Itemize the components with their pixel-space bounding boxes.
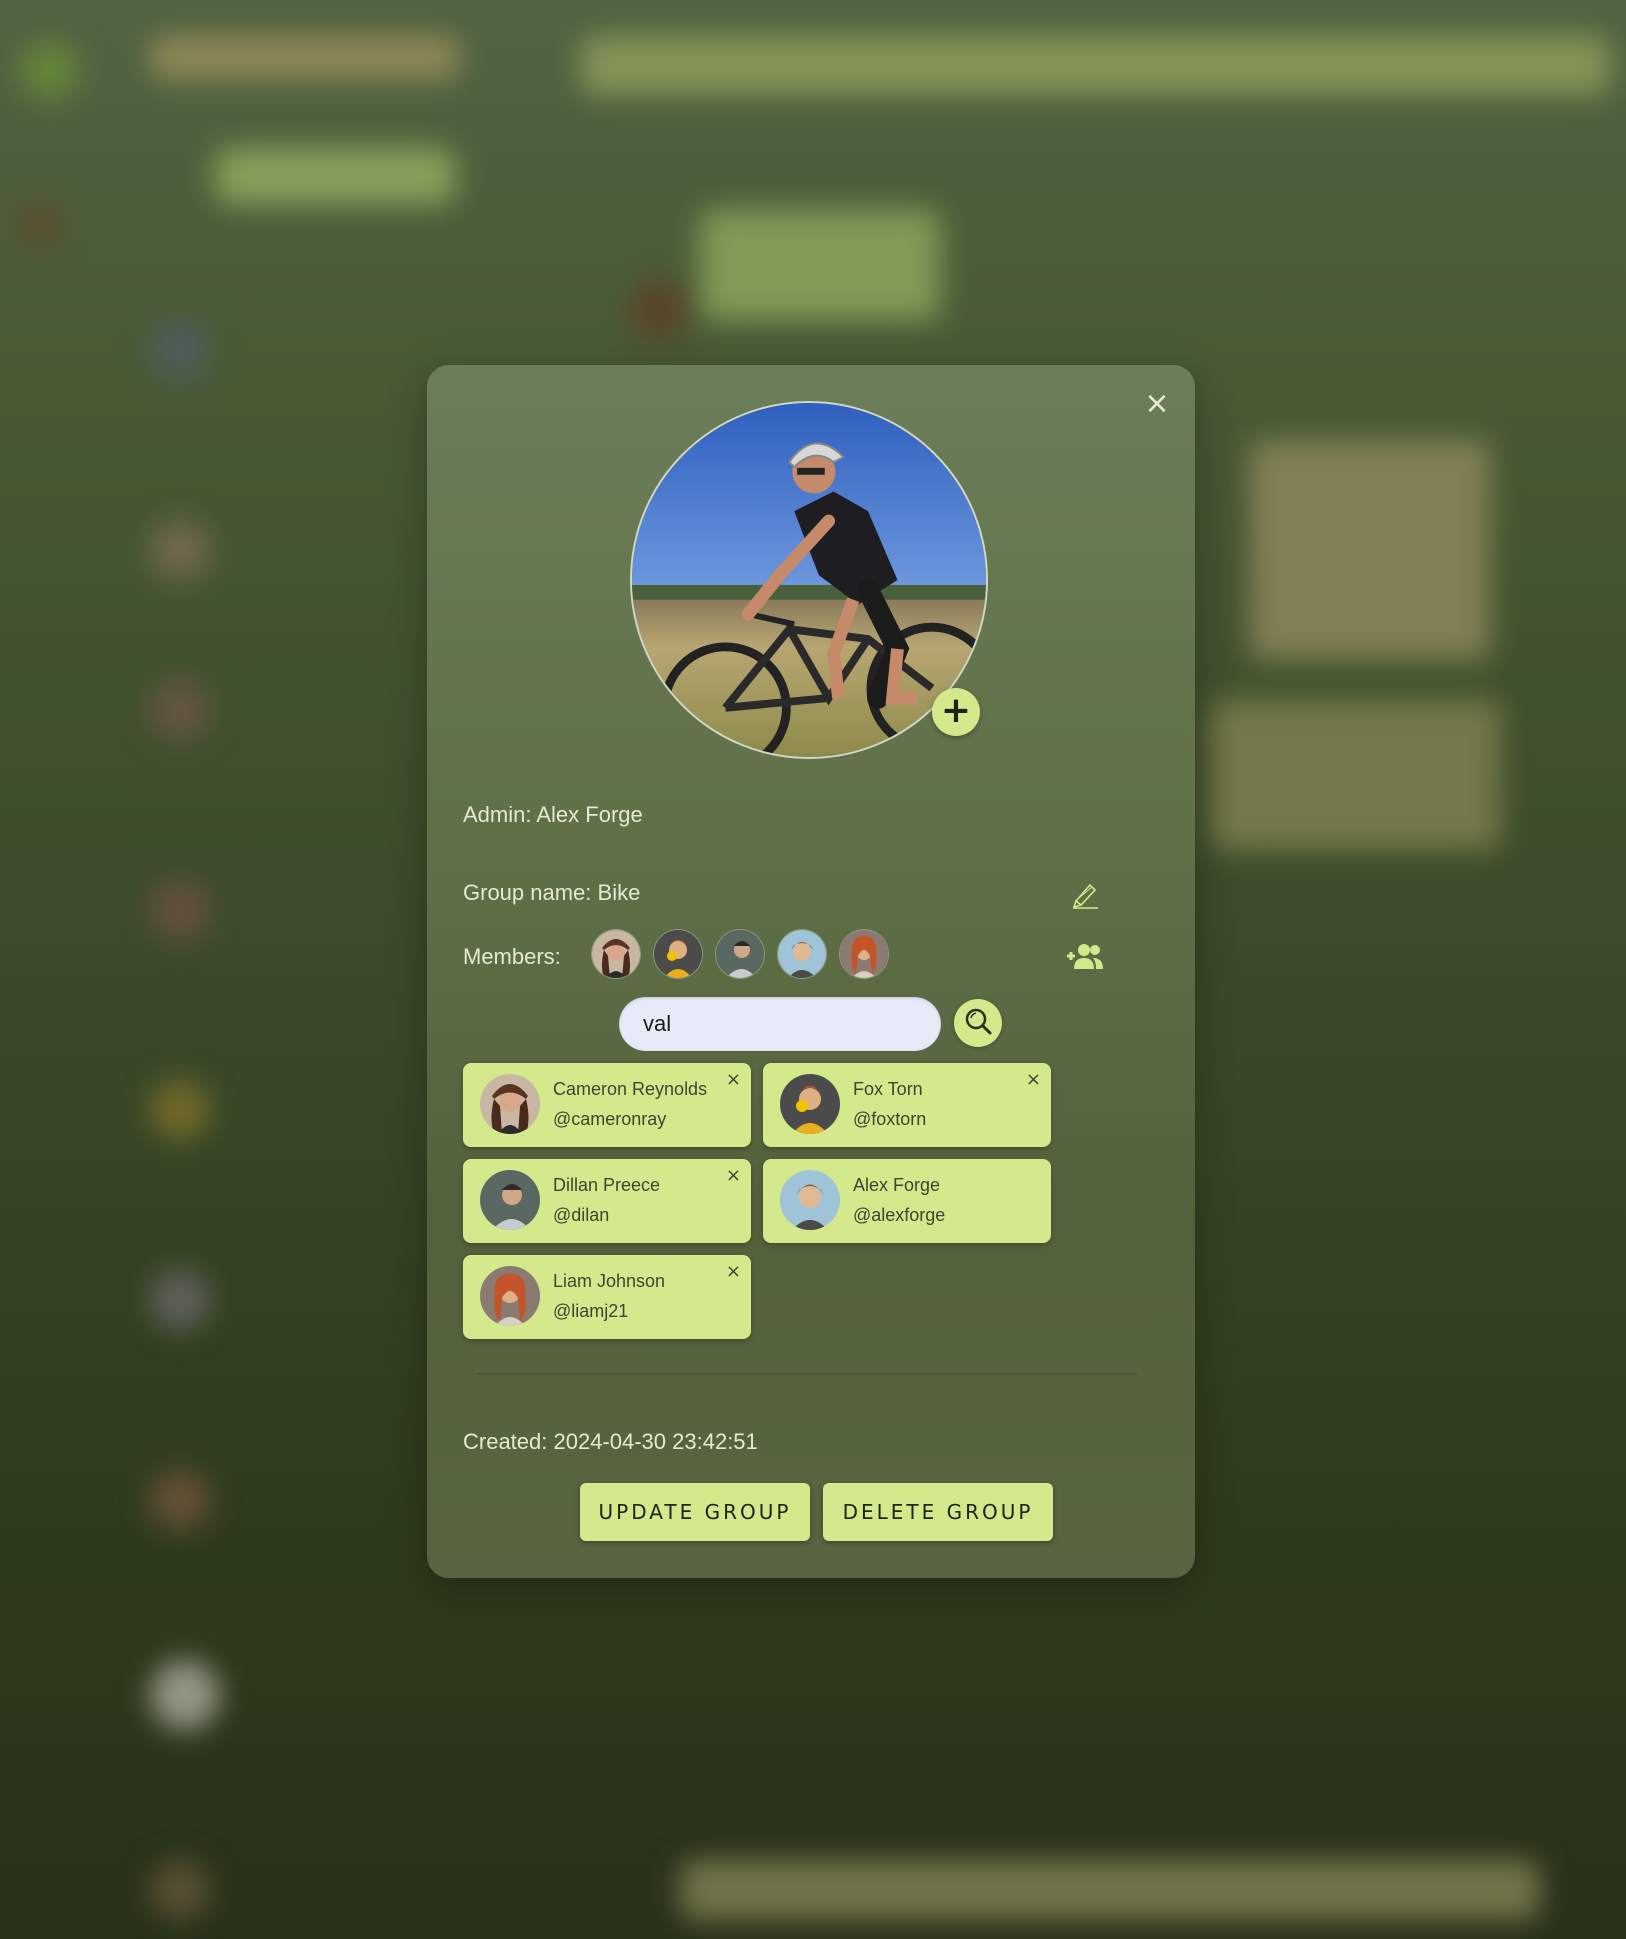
member-card: Fox Torn @foxtorn × (763, 1063, 1051, 1147)
avatar[interactable] (653, 929, 703, 979)
member-card: Cameron Reynolds @cameronray × (463, 1063, 751, 1147)
search-input[interactable] (619, 997, 941, 1051)
delete-group-button[interactable]: DELETE GROUP (823, 1483, 1053, 1541)
avatar (780, 1074, 840, 1134)
member-avatar-list (591, 929, 889, 979)
member-card: Alex Forge @alexforge (763, 1159, 1051, 1243)
avatar (780, 1170, 840, 1230)
search-field-wrapper (619, 997, 941, 1051)
add-photo-button[interactable]: + (932, 688, 980, 736)
divider (477, 1373, 1137, 1375)
avatar (480, 1074, 540, 1134)
created-label: Created: 2024-04-30 23:42:51 (463, 1429, 758, 1454)
group-settings-modal: × + Admin: Alex Forge Group name: Bike M… (427, 365, 1195, 1578)
member-name: Cameron Reynolds (553, 1079, 708, 1099)
user-plus-icon[interactable] (1065, 941, 1105, 971)
member-name: Dillan Preece (553, 1175, 661, 1195)
member-card: Dillan Preece @dilan × (463, 1159, 751, 1243)
member-handle: @dilan (553, 1205, 610, 1225)
member-name: Liam Johnson (553, 1271, 666, 1291)
avatar[interactable] (777, 929, 827, 979)
avatar[interactable] (591, 929, 641, 979)
member-handle: @liamj21 (553, 1301, 629, 1321)
remove-member-icon[interactable]: × (1026, 1069, 1041, 1090)
avatar (480, 1266, 540, 1326)
member-card: Liam Johnson @liamj21 × (463, 1255, 751, 1339)
member-handle: @foxtorn (853, 1109, 927, 1129)
group-name-label: Group name: Bike (463, 880, 641, 905)
remove-member-icon[interactable]: × (726, 1165, 741, 1186)
member-handle: @cameronray (553, 1109, 667, 1129)
avatar[interactable] (715, 929, 765, 979)
members-label: Members: (463, 944, 561, 969)
member-name: Alex Forge (853, 1175, 941, 1195)
remove-member-icon[interactable]: × (726, 1069, 741, 1090)
avatar (480, 1170, 540, 1230)
search-icon (963, 1006, 993, 1040)
avatar[interactable] (839, 929, 889, 979)
close-icon[interactable]: × (1141, 389, 1173, 421)
update-group-button[interactable]: UPDATE GROUP (580, 1483, 810, 1541)
member-handle: @alexforge (853, 1205, 946, 1225)
pencil-icon[interactable] (1070, 879, 1100, 909)
search-button[interactable] (954, 999, 1002, 1047)
remove-member-icon[interactable]: × (726, 1261, 741, 1282)
admin-label: Admin: Alex Forge (463, 802, 643, 827)
member-name: Fox Torn (853, 1079, 923, 1099)
